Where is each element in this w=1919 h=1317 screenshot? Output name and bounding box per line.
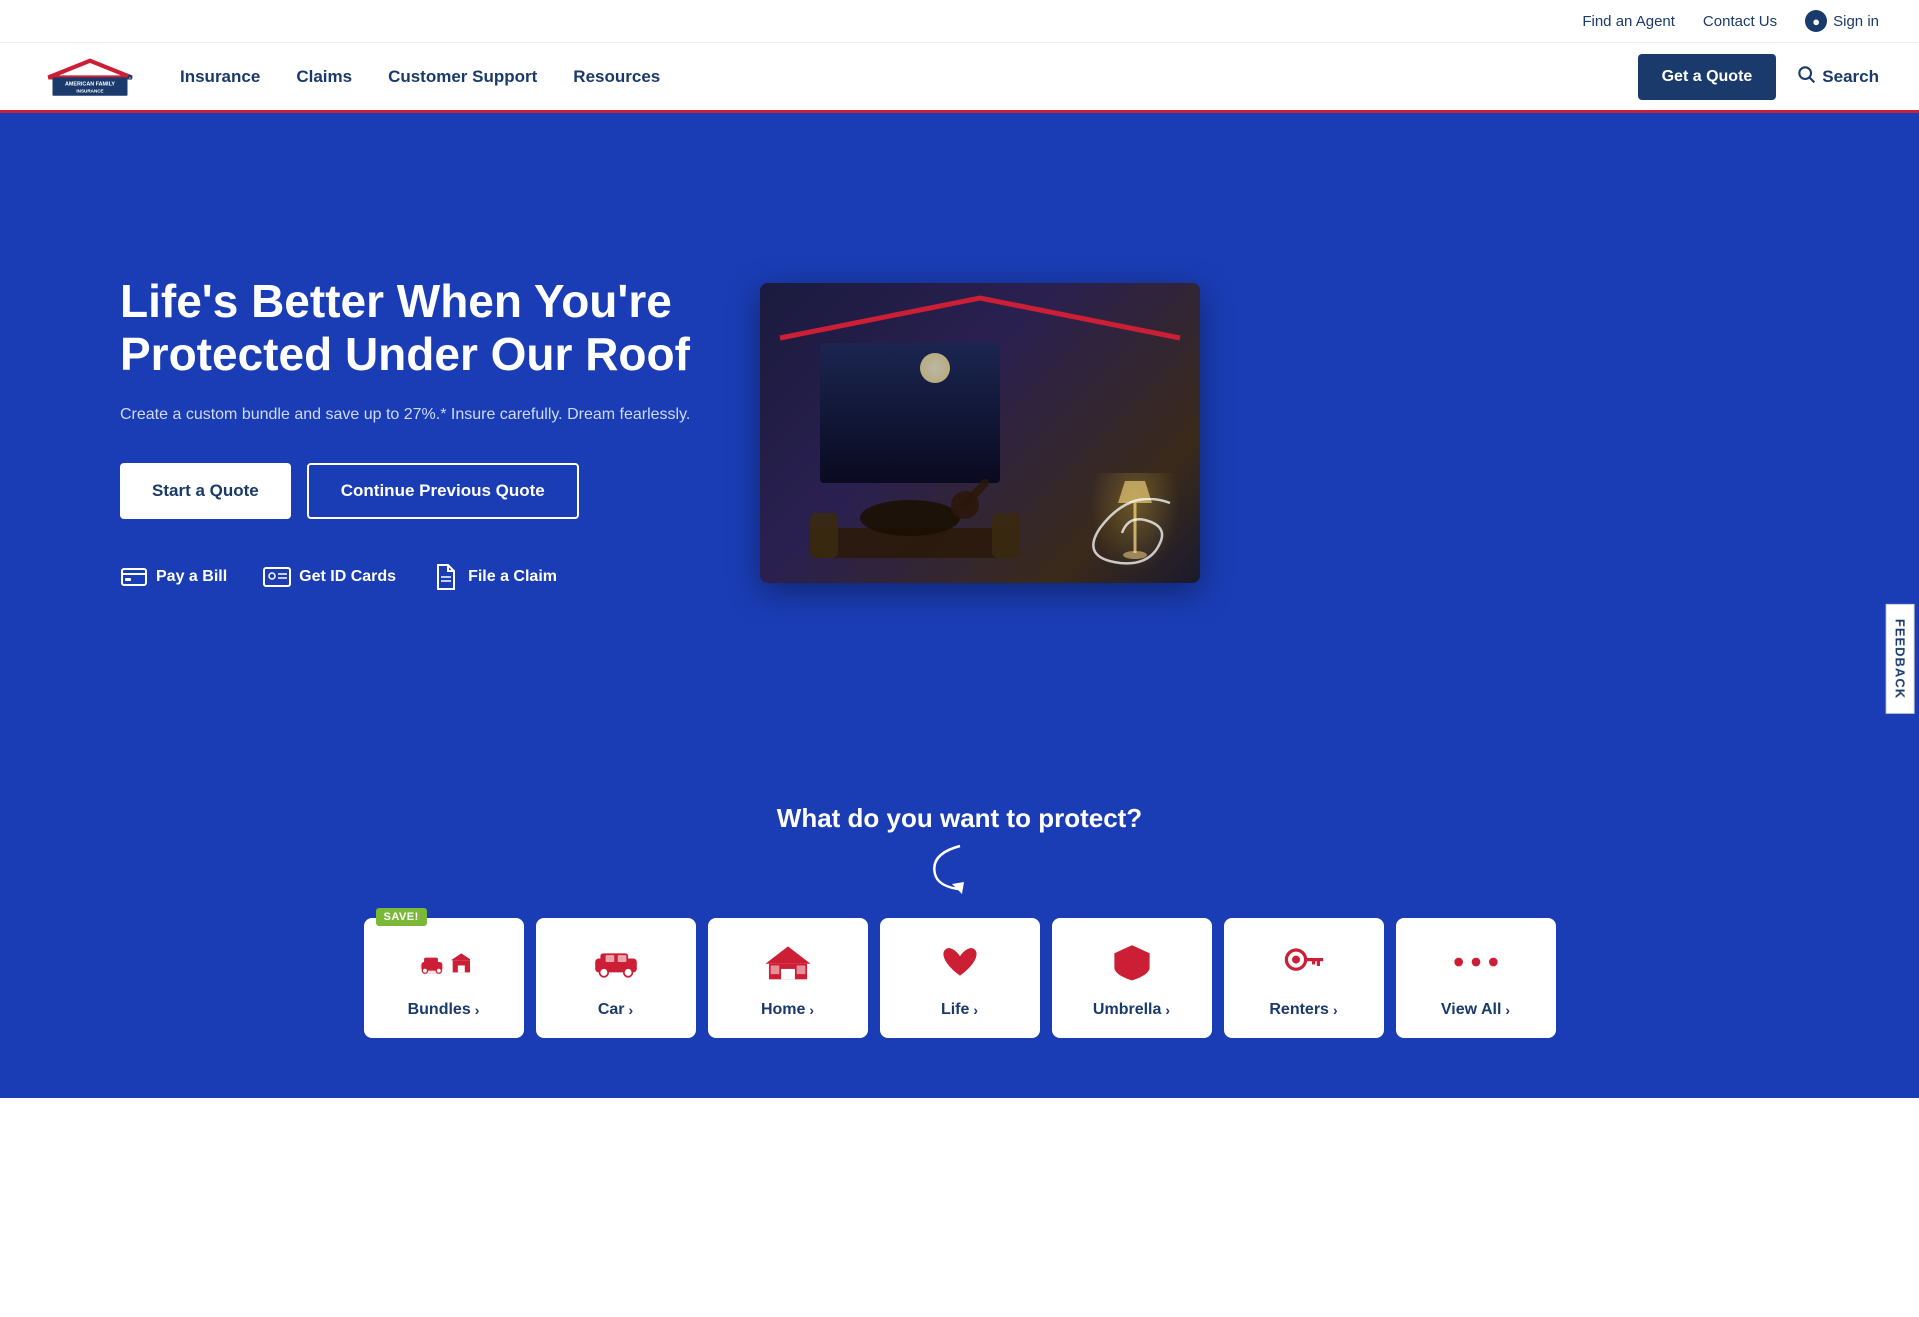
umbrella-icon — [1106, 942, 1158, 991]
start-quote-button[interactable]: Start a Quote — [120, 463, 291, 519]
hero-image-box — [760, 283, 1200, 583]
hero-title: Life's Better When You're Protected Unde… — [120, 275, 720, 381]
file-claim-label: File a Claim — [468, 568, 557, 586]
hero-image-area — [760, 283, 1220, 583]
main-nav: AMERICAN FAMILY INSURANCE ® Insurance Cl… — [0, 43, 1919, 113]
hero-quick-links: Pay a Bill Get ID Cards — [120, 563, 720, 591]
id-card-icon — [263, 563, 291, 591]
home-label: Home › — [761, 1001, 814, 1019]
amfam-logo: AMERICAN FAMILY INSURANCE ® — [40, 52, 140, 102]
contact-us-link[interactable]: Contact Us — [1703, 13, 1777, 30]
renters-icon — [1278, 942, 1330, 991]
nav-customer-support[interactable]: Customer Support — [388, 67, 537, 87]
product-card-bundles[interactable]: SAVE! Bundles › — [364, 918, 524, 1038]
search-link[interactable]: Search — [1796, 64, 1879, 89]
sign-in-link[interactable]: ● Sign in — [1805, 10, 1879, 32]
nav-claims[interactable]: Claims — [296, 67, 352, 87]
car-icon — [590, 942, 642, 991]
nav-links: Insurance Claims Customer Support Resour… — [180, 67, 1638, 87]
credit-card-icon — [120, 563, 148, 591]
file-icon — [432, 563, 460, 591]
feedback-tab[interactable]: FEEDBACK — [1885, 603, 1914, 713]
top-bar: Find an Agent Contact Us ● Sign in — [0, 0, 1919, 43]
search-label: Search — [1822, 67, 1879, 87]
hero-content-left: Life's Better When You're Protected Unde… — [120, 275, 720, 591]
umbrella-label: Umbrella › — [1093, 1001, 1170, 1019]
curly-arrow-icon — [920, 844, 1000, 894]
product-card-home[interactable]: Home › — [708, 918, 868, 1038]
product-card-car[interactable]: Car › — [536, 918, 696, 1038]
product-cards: SAVE! Bundles › — [360, 918, 1560, 1038]
file-claim-link[interactable]: File a Claim — [432, 563, 557, 591]
svg-text:AMERICAN FAMILY: AMERICAN FAMILY — [65, 81, 115, 87]
pay-bill-label: Pay a Bill — [156, 568, 227, 586]
svg-text:INSURANCE: INSURANCE — [76, 88, 103, 93]
life-icon — [934, 942, 986, 991]
hero-section: Life's Better When You're Protected Unde… — [0, 113, 1919, 753]
view-all-icon — [1450, 942, 1502, 991]
save-badge: SAVE! — [376, 908, 427, 926]
person-icon: ● — [1805, 10, 1827, 32]
nav-insurance[interactable]: Insurance — [180, 67, 260, 87]
swirl-decoration — [1090, 498, 1180, 568]
product-card-renters[interactable]: Renters › — [1224, 918, 1384, 1038]
person-couch-silhouette — [810, 473, 1030, 563]
protect-title: What do you want to protect? — [40, 803, 1879, 834]
bundles-icon — [418, 942, 470, 991]
find-agent-link[interactable]: Find an Agent — [1582, 13, 1675, 30]
hero-image-inner — [760, 283, 1200, 583]
nav-right: Get a Quote Search — [1638, 54, 1879, 100]
protect-section: What do you want to protect? SAVE! — [0, 753, 1919, 1098]
search-icon — [1796, 64, 1816, 89]
home-icon — [762, 942, 814, 991]
life-label: Life › — [941, 1001, 978, 1019]
hero-subtitle: Create a custom bundle and save up to 27… — [120, 403, 720, 427]
car-label: Car › — [598, 1001, 633, 1019]
logo-area[interactable]: AMERICAN FAMILY INSURANCE ® — [40, 52, 140, 102]
get-id-cards-link[interactable]: Get ID Cards — [263, 563, 396, 591]
get-quote-button[interactable]: Get a Quote — [1638, 54, 1777, 100]
product-card-umbrella[interactable]: Umbrella › — [1052, 918, 1212, 1038]
view-all-label: View All › — [1441, 1001, 1510, 1019]
pay-bill-link[interactable]: Pay a Bill — [120, 563, 227, 591]
get-id-cards-label: Get ID Cards — [299, 568, 396, 586]
product-card-life[interactable]: Life › — [880, 918, 1040, 1038]
feedback-label: FEEDBACK — [1892, 618, 1907, 698]
sign-in-label: Sign in — [1833, 13, 1879, 30]
hero-buttons: Start a Quote Continue Previous Quote — [120, 463, 720, 519]
bundles-label: Bundles › — [408, 1001, 480, 1019]
nav-resources[interactable]: Resources — [573, 67, 660, 87]
renters-label: Renters › — [1269, 1001, 1337, 1019]
product-card-view-all[interactable]: View All › — [1396, 918, 1556, 1038]
red-roof-decoration — [770, 293, 1190, 343]
continue-quote-button[interactable]: Continue Previous Quote — [307, 463, 579, 519]
